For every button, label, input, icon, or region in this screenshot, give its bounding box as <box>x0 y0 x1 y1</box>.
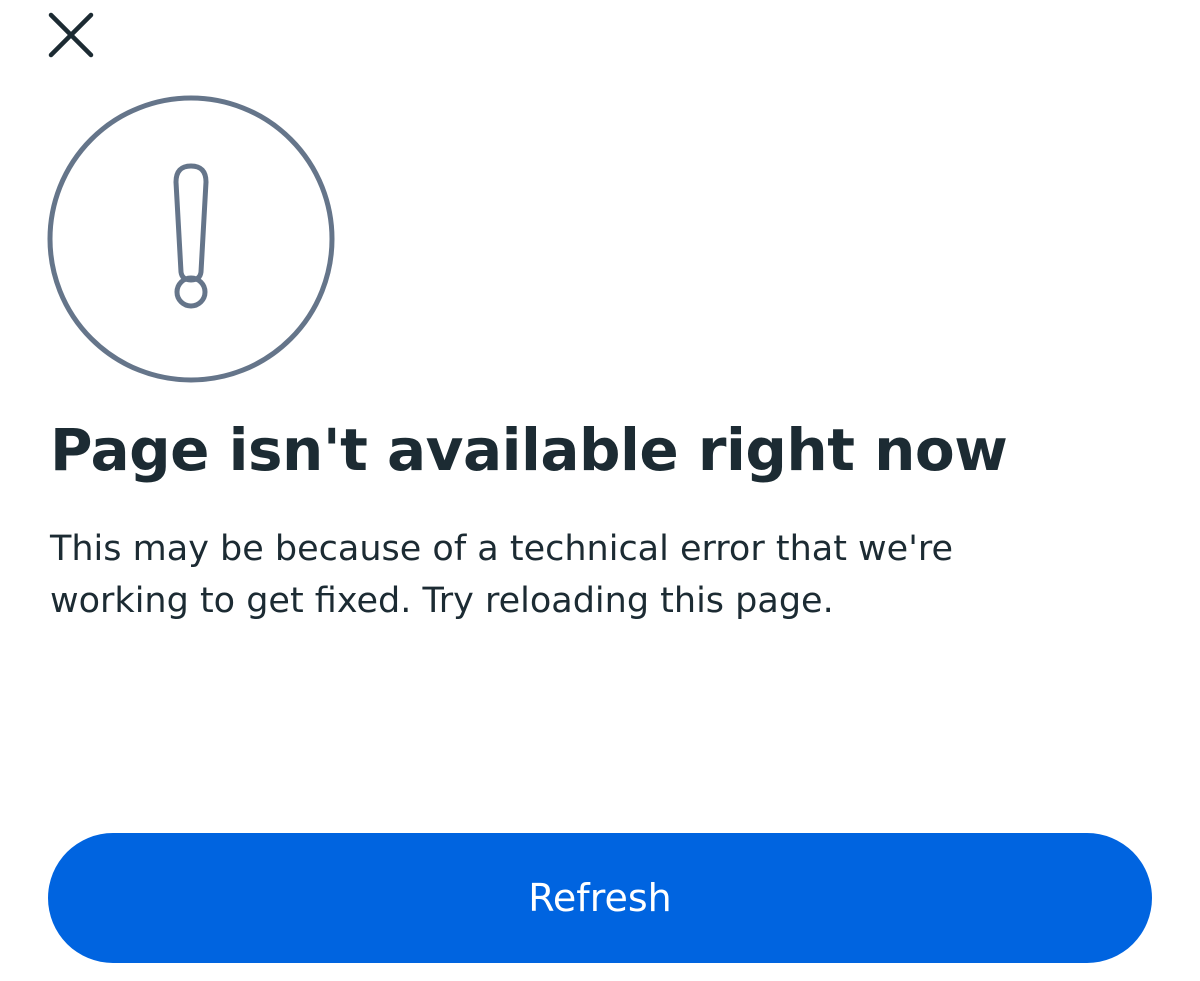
refresh-button[interactable]: Refresh <box>48 833 1152 963</box>
close-icon <box>48 12 94 58</box>
page-title: Page isn't available right now <box>50 416 1008 484</box>
close-button[interactable] <box>42 6 100 64</box>
error-message: This may be because of a technical error… <box>50 529 953 621</box>
exclamation-circle-icon <box>46 94 336 384</box>
